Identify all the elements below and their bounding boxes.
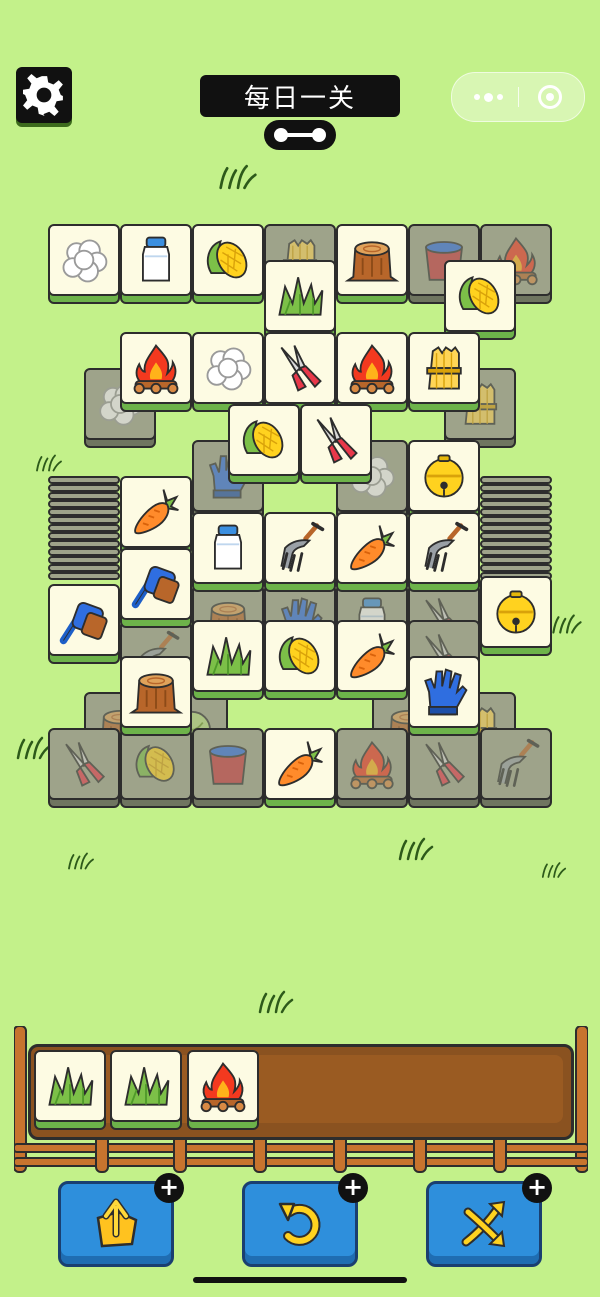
home-indicator [193, 1277, 407, 1283]
tile-milk-jar[interactable] [192, 512, 264, 592]
tile-wheat[interactable] [408, 332, 480, 412]
tile-carrot[interactable] [336, 620, 408, 700]
grass-tuft-decoration [550, 612, 584, 636]
grass-tuft-decoration [540, 856, 568, 884]
carrot-icon [272, 736, 328, 792]
add-badge: + [154, 1173, 184, 1203]
more-dots-icon[interactable] [466, 81, 510, 113]
shears-icon [308, 412, 364, 468]
tile-cotton[interactable] [48, 224, 120, 304]
gear-icon [23, 74, 65, 116]
tile-shears[interactable] [264, 332, 336, 412]
stump-icon [344, 232, 400, 288]
shears-icon [272, 340, 328, 396]
box-arrow-up-icon [96, 1198, 138, 1248]
mini-program-capsule [451, 72, 585, 122]
tile-campfire-buried [336, 728, 408, 808]
settings-button[interactable] [16, 67, 72, 123]
tile-corn[interactable] [444, 260, 516, 340]
undo-button[interactable]: + [242, 1173, 368, 1267]
tile-bell[interactable] [480, 576, 552, 656]
grass-tuft-decoration [66, 848, 96, 874]
add-badge: + [338, 1173, 368, 1203]
grass-icon [272, 268, 328, 324]
tile-grass[interactable] [264, 260, 336, 340]
tile-corn[interactable] [264, 620, 336, 700]
carrot-icon [128, 484, 184, 540]
tile-brush[interactable] [120, 548, 192, 628]
undo-arrow-icon [278, 1202, 321, 1246]
pitchfork-icon [416, 520, 472, 576]
tray-tile-grass [34, 1050, 106, 1130]
campfire-icon [195, 1058, 251, 1114]
cotton-icon [200, 340, 256, 396]
corn-icon [200, 232, 256, 288]
bell-icon [488, 584, 544, 640]
tile-carrot[interactable] [120, 476, 192, 556]
tile-carrot[interactable] [264, 728, 336, 808]
tile-brush[interactable] [48, 584, 120, 664]
dumbbell-icon [264, 120, 336, 150]
brush-icon [56, 592, 112, 648]
corn-icon [272, 628, 328, 684]
grass-tuft-decoration [396, 836, 436, 862]
target-close-icon[interactable] [538, 85, 562, 109]
glove-icon [416, 664, 472, 720]
grass-icon [118, 1058, 174, 1114]
grass-icon [42, 1058, 98, 1114]
tile-bucket-buried [192, 728, 264, 808]
tile-campfire[interactable] [336, 332, 408, 412]
cotton-icon [56, 232, 112, 288]
grass-tuft-decoration [216, 164, 260, 190]
tile-cotton[interactable] [192, 332, 264, 412]
corn-icon [236, 412, 292, 468]
tile-bell[interactable] [408, 440, 480, 520]
grass-icon [200, 628, 256, 684]
tile-corn[interactable] [228, 404, 300, 484]
bucket-icon [201, 737, 255, 791]
carrot-icon [344, 628, 400, 684]
tile-pitchfork[interactable] [408, 512, 480, 592]
tray-tile-grass [110, 1050, 182, 1130]
pitchfork-icon [272, 520, 328, 576]
page-title: 每日一关 [200, 75, 400, 117]
tile-milk-jar[interactable] [120, 224, 192, 304]
brush-icon [128, 556, 184, 612]
tile-grass[interactable] [192, 620, 264, 700]
shuffle-icon [461, 1200, 506, 1248]
move-out-button[interactable]: + [58, 1173, 184, 1267]
corn-icon [452, 268, 508, 324]
carrot-icon [344, 520, 400, 576]
shears-icon [417, 737, 471, 791]
grass-tuft-decoration [256, 990, 296, 1014]
milk-jar-icon [128, 232, 184, 288]
tile-fork-buried [480, 728, 552, 808]
shuffle-button[interactable]: + [426, 1173, 552, 1267]
milk-jar-icon [200, 520, 256, 576]
campfire-icon [344, 340, 400, 396]
grass-tuft-decoration [34, 448, 64, 478]
tile-glove[interactable] [408, 656, 480, 736]
shears-icon [57, 737, 111, 791]
campfire-icon [128, 340, 184, 396]
tile-stump[interactable] [120, 656, 192, 736]
tile-stump[interactable] [336, 224, 408, 304]
tile-corn-buried [120, 728, 192, 808]
tile-campfire[interactable] [120, 332, 192, 412]
tile-shears[interactable] [300, 404, 372, 484]
wheat-icon [416, 340, 472, 396]
add-badge: + [522, 1173, 552, 1203]
tile-pitchfork[interactable] [264, 512, 336, 592]
campfire-icon [345, 737, 399, 791]
stump-icon [128, 664, 184, 720]
tile-carrot[interactable] [336, 512, 408, 592]
corn-icon [129, 737, 183, 791]
bell-icon [416, 448, 472, 504]
tile-shears-buried [408, 728, 480, 808]
tray-tile-campfire [187, 1050, 259, 1130]
tile-corn[interactable] [192, 224, 264, 304]
pitchfork-icon [489, 737, 543, 791]
tile-shears-buried [48, 728, 120, 808]
